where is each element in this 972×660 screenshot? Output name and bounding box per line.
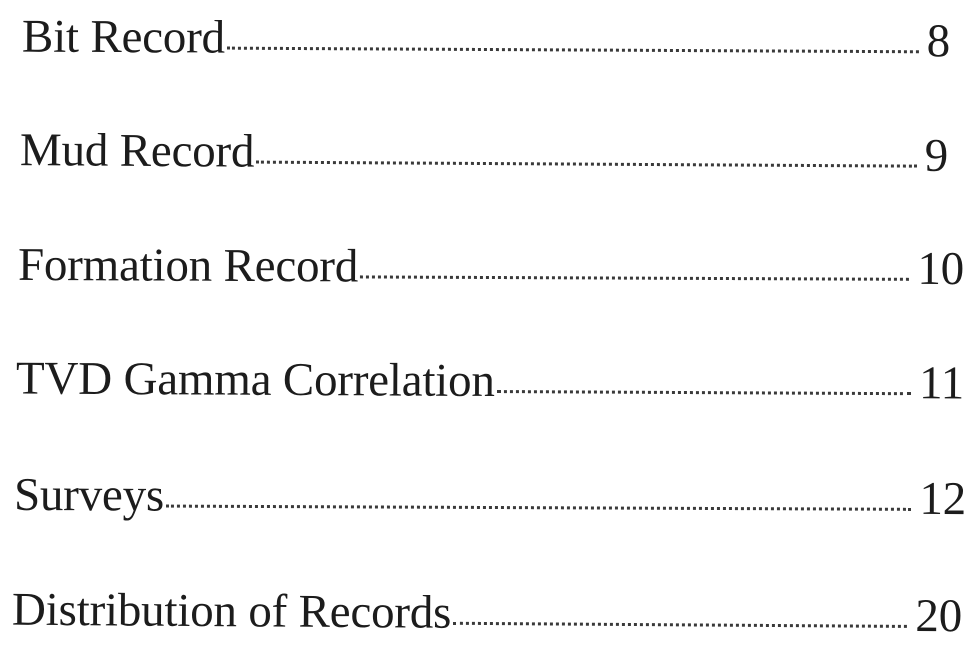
toc-entry-title: Mud Record: [19, 124, 255, 178]
dot-leader: [453, 621, 908, 628]
toc-entry-surveys: Surveys 12: [14, 460, 966, 534]
toc-entry-title: Formation Record: [17, 238, 359, 293]
dot-leader: [360, 275, 910, 281]
toc-entry-title: Surveys: [13, 468, 165, 522]
toc-entry-title: TVD Gamma Correlation: [15, 352, 495, 408]
toc-entry-page-number: 9: [924, 129, 949, 182]
dot-leader: [165, 504, 912, 511]
toc-entry-distribution-of-records: Distribution of Records 20: [12, 575, 962, 652]
toc-entry-title: Distribution of Records: [11, 583, 452, 639]
toc-entry-bit-record: Bit Record 8: [22, 2, 950, 77]
dot-leader: [226, 46, 919, 54]
toc-entry-page-number: 8: [926, 15, 951, 68]
dot-leader: [496, 390, 912, 396]
table-of-contents: Bit Record 8 Mud Record 9 Formation Reco…: [0, 0, 972, 660]
toc-entry-page-number: 12: [919, 472, 967, 526]
toc-entry-page-number: 20: [915, 589, 963, 643]
toc-entry-page-number: 10: [917, 242, 965, 296]
toc-entry-formation-record: Formation Record 10: [18, 230, 964, 304]
toc-entry-mud-record: Mud Record 9: [20, 115, 948, 191]
toc-entry-tvd-gamma-correlation: TVD Gamma Correlation 11: [16, 344, 964, 419]
dot-leader: [256, 160, 917, 168]
toc-entry-title: Bit Record: [21, 10, 226, 64]
toc-entry-page-number: 11: [918, 357, 965, 410]
